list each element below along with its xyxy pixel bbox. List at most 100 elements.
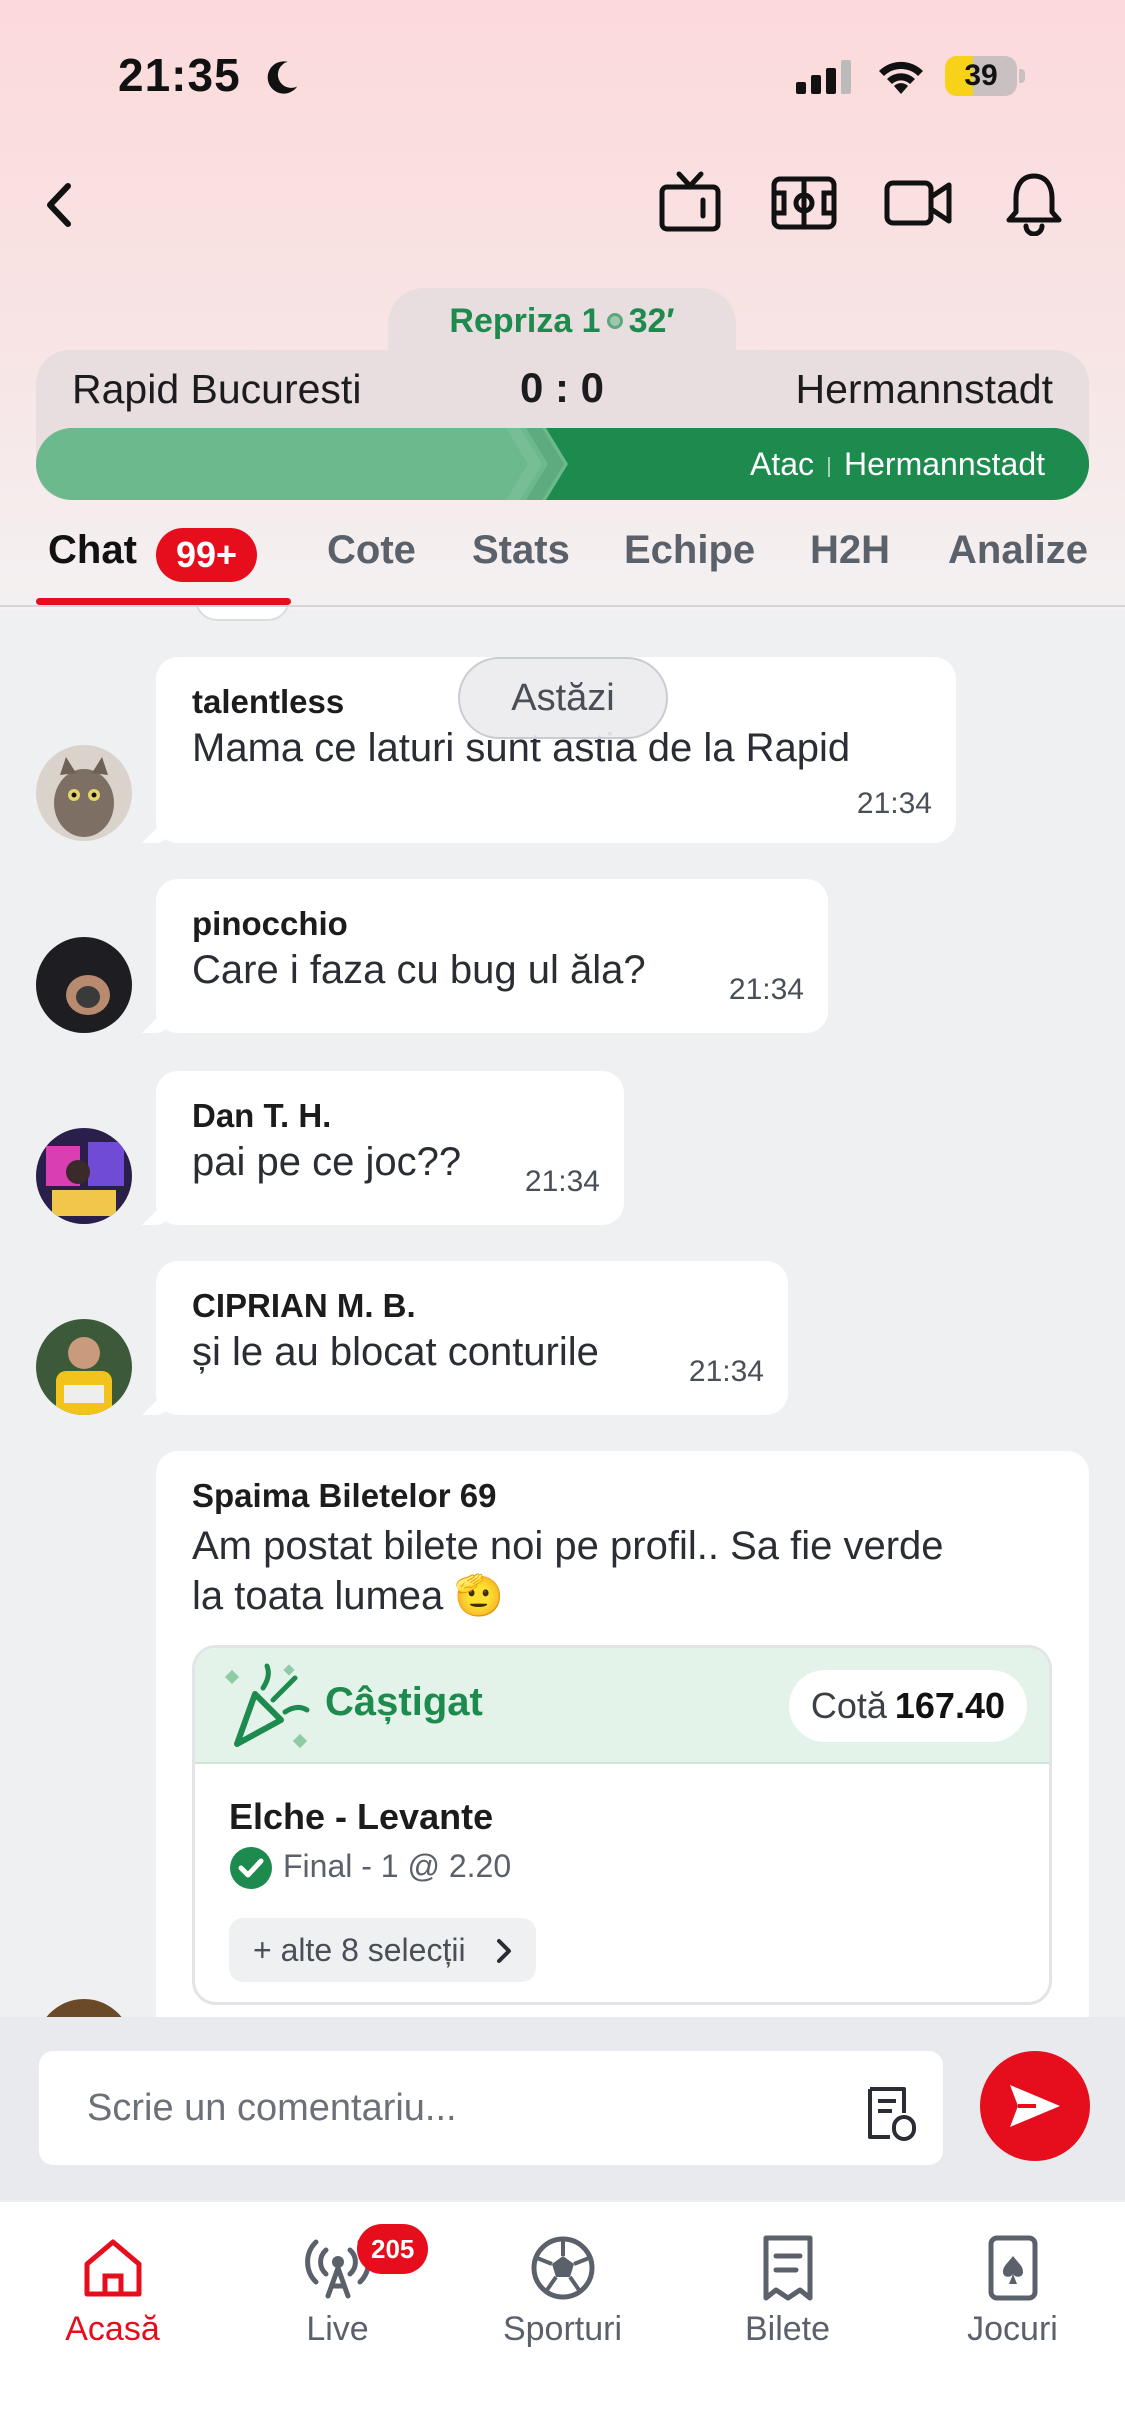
signal-icon — [796, 60, 851, 94]
user-avatar-icon — [36, 1128, 132, 1224]
message-time: 21:34 — [688, 1355, 764, 1388]
tab-echipe[interactable]: Echipe — [624, 528, 755, 573]
message-text-line: la toata lumea 🫡 — [192, 1574, 505, 1618]
tv-icon — [659, 171, 721, 232]
moon-icon — [267, 61, 298, 94]
soccer-ball-icon — [531, 2236, 594, 2300]
odds-pill: Cotă 167.40 — [788, 1670, 1027, 1742]
chevron-right-icon — [496, 1939, 511, 1963]
message-username: Spaima Biletelor 69 — [192, 1477, 497, 1514]
message-username: pinocchio — [192, 905, 348, 942]
tab-bar: Chat 99+ Cote Stats Echipe H2H Analize — [0, 520, 1125, 606]
more-selections-button[interactable]: + alte 8 selecții — [229, 1918, 536, 1982]
chat-message[interactable]: Dan T. H. pai pe ce joc?? 21:34 — [156, 1071, 624, 1225]
nav-games[interactable]: Jocuri — [900, 2218, 1125, 2368]
user-avatar-icon — [36, 937, 132, 1033]
live-dot-icon — [606, 313, 623, 330]
attach-ticket-button[interactable] — [860, 2083, 920, 2143]
message-text: și le au blocat conturile — [192, 1330, 599, 1374]
avatar[interactable] — [36, 1319, 132, 1415]
avatar[interactable] — [36, 1128, 132, 1224]
nav-live[interactable]: Live 205 — [225, 2218, 450, 2368]
field-view-button[interactable] — [766, 165, 842, 241]
nav-sports-label: Sporturi — [502, 2310, 623, 2348]
message-username: Dan T. H. — [192, 1097, 332, 1134]
message-text: pai pe ce joc?? — [192, 1140, 462, 1184]
tab-h2h[interactable]: H2H — [810, 528, 890, 573]
tab-analize[interactable]: Analize — [948, 528, 1088, 573]
message-text-line: Am postat bilete noi pe profil.. Sa fie … — [192, 1524, 944, 1568]
party-popper-icon — [224, 1663, 310, 1749]
bell-icon — [1006, 173, 1062, 236]
chat-message[interactable]: CIPRIAN M. B. și le au blocat conturile … — [156, 1261, 788, 1415]
battery-indicator: 39 — [945, 56, 1025, 96]
tv-button[interactable] — [652, 165, 728, 241]
avatar[interactable] — [36, 1999, 132, 2017]
match-minute: 32′ — [628, 302, 675, 340]
home-icon — [84, 2239, 141, 2297]
home-team: Rapid Bucuresti — [72, 366, 362, 412]
send-button[interactable] — [980, 2051, 1090, 2161]
video-button[interactable] — [880, 165, 956, 241]
ticket-icon — [763, 2235, 812, 2301]
tab-chat[interactable]: Chat — [48, 528, 137, 573]
away-team: Hermannstadt — [795, 366, 1053, 412]
avatar[interactable] — [36, 745, 132, 841]
back-button[interactable] — [30, 170, 90, 240]
chevron-left-icon — [47, 183, 71, 227]
date-separator: Astăzi — [458, 657, 668, 739]
status-bar: 21:35 39 — [0, 0, 1125, 150]
message-text: Am postat bilete noi pe profil.. Sa fie … — [192, 1521, 944, 1621]
ticket-attach-icon — [868, 2087, 916, 2141]
wifi-icon — [879, 61, 923, 94]
message-time: 21:34 — [856, 787, 932, 820]
ticket-selection: Final - 1 @ 2.20 — [283, 1848, 512, 1884]
pressure-team: Hermannstadt — [844, 446, 1045, 482]
user-avatar-icon — [36, 1319, 132, 1415]
attack-pressure-bar: Atac Hermannstadt — [36, 428, 1089, 500]
tab-stats[interactable]: Stats — [472, 528, 570, 573]
nav-home-label: Acasă — [65, 2310, 160, 2348]
live-count-badge: 205 — [357, 2224, 429, 2274]
tab-chat-label: Chat — [48, 528, 137, 572]
more-selections-label: + alte 8 selecții — [253, 1932, 466, 1968]
previous-item-edge — [195, 607, 290, 621]
ticket-card[interactable]: Câștigat Cotă 167.40 Elche - Levante Fina… — [192, 1645, 1052, 2005]
bottom-navigation: Acasă Live 205 Sporturi Bilete Jocuri — [0, 2200, 1125, 2436]
nav-sports[interactable]: Sporturi — [450, 2218, 675, 2368]
nav-tickets[interactable]: Bilete — [675, 2218, 900, 2368]
message-username: CIPRIAN M. B. — [192, 1287, 416, 1324]
video-camera-icon — [884, 180, 952, 226]
nav-games-label: Jocuri — [967, 2310, 1058, 2348]
pitch-icon — [771, 176, 837, 230]
battery-level: 39 — [964, 59, 998, 92]
nav-home[interactable]: Acasă — [0, 2218, 225, 2368]
comment-bar — [0, 2017, 1125, 2200]
tab-cote[interactable]: Cote — [327, 528, 416, 573]
send-icon — [1010, 2085, 1060, 2127]
chat-count-badge: 99+ — [156, 528, 258, 582]
odds-value: 167.40 — [894, 1685, 1005, 1726]
pressure-label: Atac — [749, 446, 815, 482]
comment-input[interactable] — [39, 2051, 943, 2165]
cards-icon — [988, 2235, 1037, 2301]
status-time: 21:35 — [118, 49, 241, 101]
nav-live-label: Live — [306, 2310, 369, 2348]
period-label: Repriza 1 — [449, 302, 601, 340]
active-tab-indicator — [36, 598, 291, 605]
ticket-header: Câștigat Cotă 167.40 — [195, 1648, 1049, 1764]
ticket-match: Elche - Levante — [229, 1796, 494, 1837]
nav-tickets-label: Bilete — [744, 2310, 831, 2348]
odds-label: Cotă — [810, 1685, 887, 1726]
chat-feed[interactable]: talentless Mama ce laturi sunt astia de … — [0, 607, 1125, 2017]
chat-message[interactable]: pinocchio Care i faza cu bug ul ăla? 21:… — [156, 879, 828, 1033]
ticket-status: Câștigat — [325, 1680, 483, 1724]
message-username: talentless — [192, 683, 345, 720]
notifications-button[interactable] — [996, 165, 1072, 241]
check-circle-icon — [230, 1847, 272, 1889]
avatar[interactable] — [36, 937, 132, 1033]
message-text: Care i faza cu bug ul ăla? — [192, 948, 646, 992]
cat-avatar-icon — [36, 745, 132, 841]
message-time: 21:34 — [728, 973, 804, 1006]
message-time: 21:34 — [524, 1165, 600, 1198]
